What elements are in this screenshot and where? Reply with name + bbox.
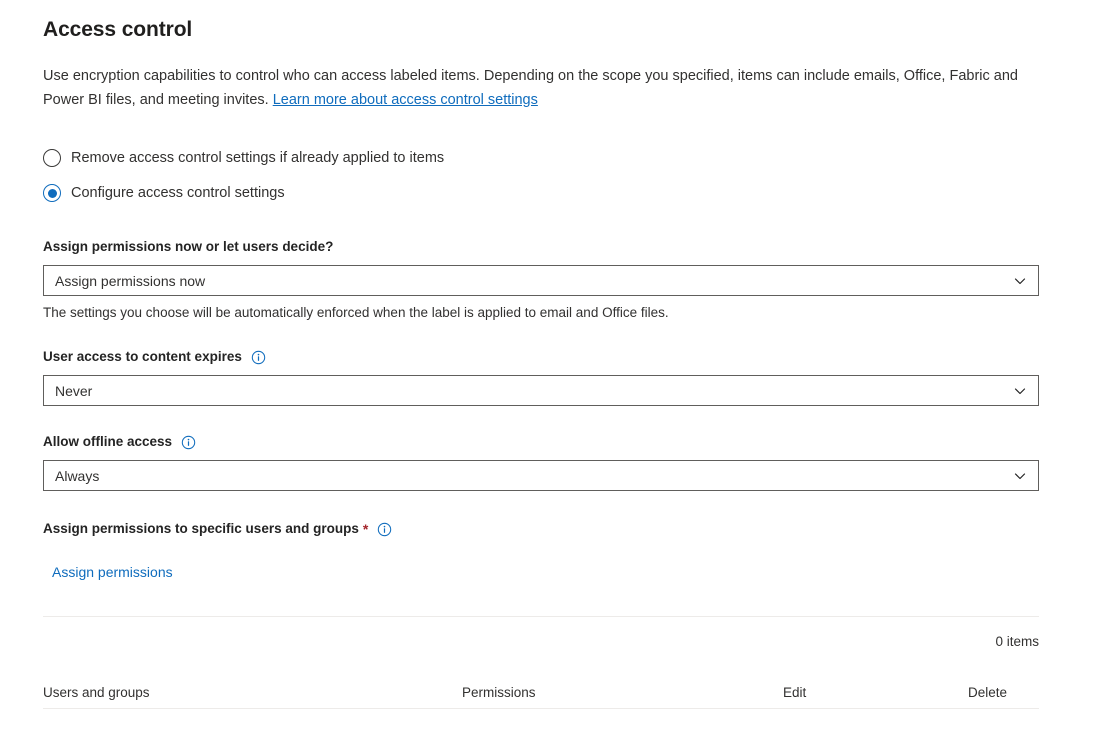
radio-configure-access-control-label: Configure access control settings: [71, 183, 285, 203]
field-assign-mode-label-text: Assign permissions now or let users deci…: [43, 238, 333, 256]
field-offline-access-label: Allow offline access: [43, 433, 1076, 451]
required-indicator: *: [363, 520, 368, 538]
info-icon[interactable]: [181, 435, 196, 450]
field-access-expiry-label: User access to content expires: [43, 348, 1076, 366]
assign-permissions-button[interactable]: Assign permissions: [52, 562, 173, 582]
field-assign-users-groups-label-text: Assign permissions to specific users and…: [43, 520, 359, 538]
column-header-delete: Delete: [968, 684, 1007, 702]
field-offline-access: Allow offline access Always: [43, 433, 1076, 491]
radio-remove-access-control-label: Remove access control settings if alread…: [71, 148, 444, 168]
access-control-panel: Access control Use encryption capabiliti…: [0, 0, 1119, 732]
radio-selected-icon: [43, 184, 61, 202]
column-header-edit: Edit: [783, 684, 806, 702]
info-icon[interactable]: [251, 350, 266, 365]
chevron-down-icon: [1014, 470, 1026, 482]
field-access-expiry: User access to content expires Never: [43, 348, 1076, 406]
radio-unselected-icon: [43, 149, 61, 167]
chevron-down-icon: [1014, 275, 1026, 287]
field-assign-users-groups-label: Assign permissions to specific users and…: [43, 520, 1076, 538]
field-assign-users-groups: Assign permissions to specific users and…: [43, 520, 1076, 582]
table-header-row: Users and groups Permissions Edit Delete: [43, 668, 1039, 708]
assign-mode-dropdown-value: Assign permissions now: [55, 271, 1014, 291]
learn-more-link[interactable]: Learn more about access control settings: [273, 92, 538, 108]
offline-access-dropdown[interactable]: Always: [43, 460, 1039, 491]
field-assign-mode-label: Assign permissions now or let users deci…: [43, 238, 1076, 256]
column-header-users-and-groups: Users and groups: [43, 684, 150, 702]
table-bottom-divider: [43, 708, 1039, 709]
offline-access-dropdown-value: Always: [55, 466, 1014, 486]
chevron-down-icon: [1014, 385, 1026, 397]
radio-remove-access-control[interactable]: Remove access control settings if alread…: [43, 144, 1076, 172]
field-assign-mode: Assign permissions now or let users deci…: [43, 238, 1076, 323]
assign-mode-help-text: The settings you choose will be automati…: [43, 303, 1076, 323]
access-expiry-dropdown[interactable]: Never: [43, 375, 1039, 406]
permissions-table: 0 items Users and groups Permissions Edi…: [43, 616, 1076, 709]
assign-mode-dropdown[interactable]: Assign permissions now: [43, 265, 1039, 296]
access-expiry-dropdown-value: Never: [55, 381, 1014, 401]
access-control-radio-group: Remove access control settings if alread…: [43, 144, 1076, 207]
field-access-expiry-label-text: User access to content expires: [43, 348, 242, 366]
field-offline-access-label-text: Allow offline access: [43, 433, 172, 451]
column-header-permissions: Permissions: [462, 684, 536, 702]
page-title: Access control: [43, 0, 1076, 44]
radio-configure-access-control[interactable]: Configure access control settings: [43, 179, 1076, 207]
items-count: 0 items: [43, 617, 1039, 651]
page-description: Use encryption capabilities to control w…: [43, 44, 1038, 112]
info-icon[interactable]: [377, 522, 392, 537]
